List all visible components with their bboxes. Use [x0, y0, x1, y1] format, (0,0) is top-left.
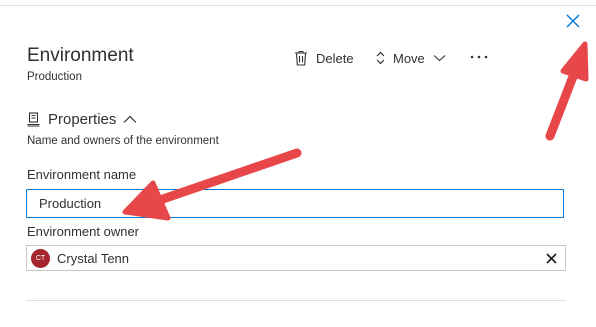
more-icon[interactable]: [469, 50, 489, 64]
panel-top-border: [0, 0, 596, 6]
move-label: Move: [393, 50, 425, 66]
environment-owner-label: Environment owner: [27, 224, 139, 239]
panel-title: Environment: [27, 45, 134, 66]
properties-description: Name and owners of the environment: [27, 135, 219, 147]
up-down-icon: [376, 51, 385, 65]
trash-icon: [295, 50, 307, 66]
delete-button[interactable]: Delete: [294, 49, 354, 67]
properties-section-toggle[interactable]: Properties: [27, 111, 137, 128]
chevron-up-icon: [123, 115, 137, 123]
properties-icon: [27, 112, 40, 127]
move-button[interactable]: Move: [376, 49, 446, 67]
properties-heading: Properties: [48, 111, 117, 128]
environment-owner-picker[interactable]: CT Crystal Tenn: [26, 245, 566, 271]
section-divider: [26, 300, 566, 301]
chevron-down-icon: [433, 55, 446, 62]
delete-label: Delete: [316, 50, 354, 66]
environment-name-label: Environment name: [27, 167, 137, 182]
environment-name-input[interactable]: [26, 189, 564, 218]
avatar: CT: [31, 249, 50, 268]
panel-subtitle: Production: [27, 71, 82, 83]
annotation-arrow-to-close: [545, 41, 589, 141]
owner-name: Crystal Tenn: [57, 251, 130, 266]
remove-icon[interactable]: [546, 253, 557, 264]
close-icon[interactable]: [565, 13, 581, 29]
